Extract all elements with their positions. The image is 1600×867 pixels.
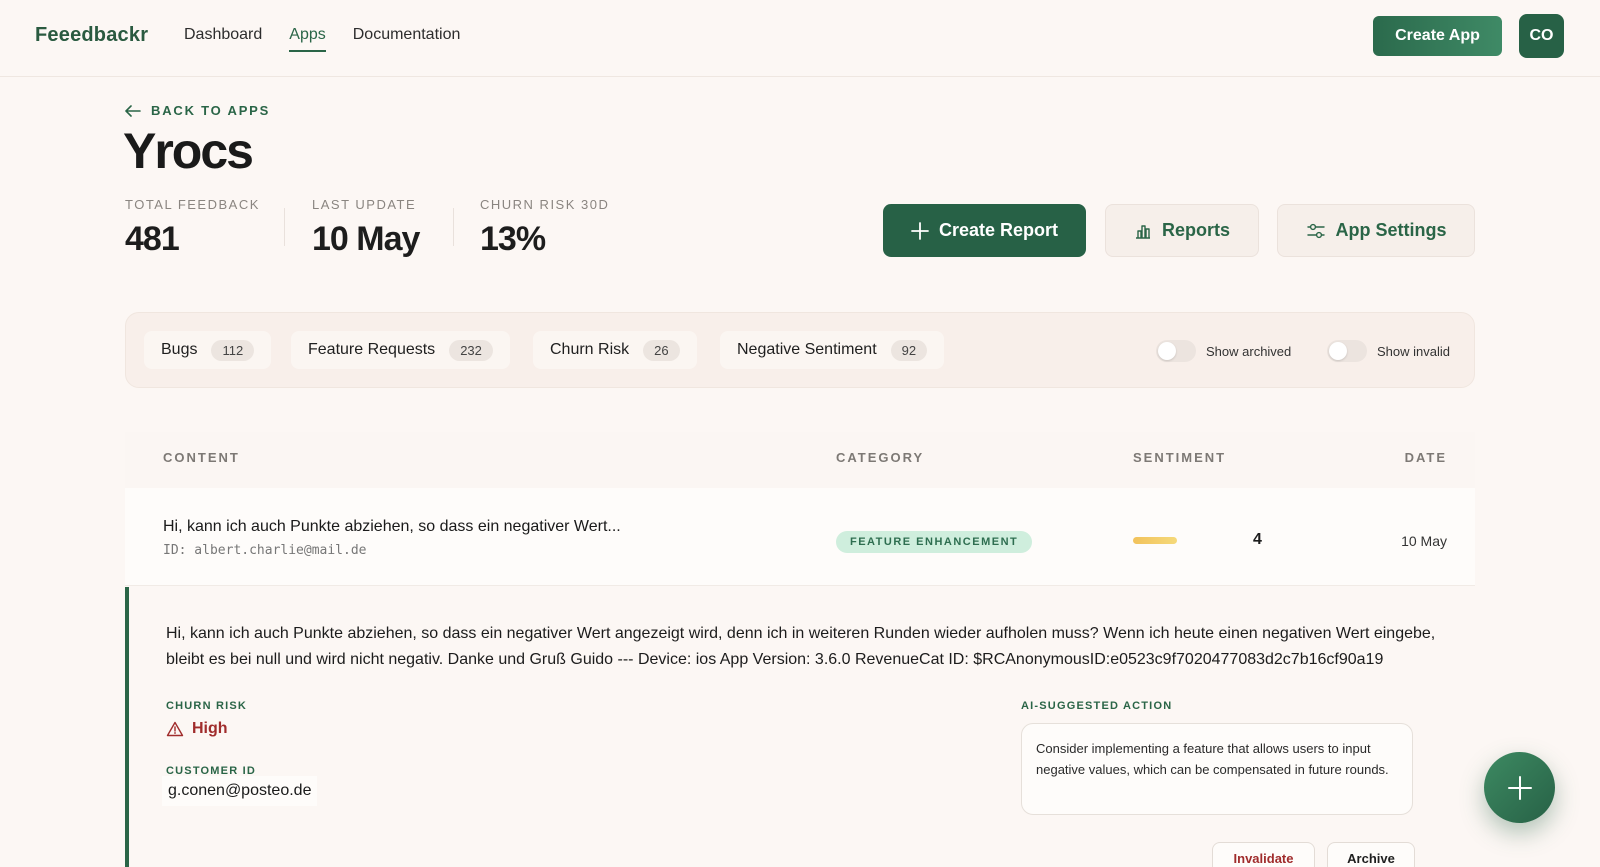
ai-suggested-action: Consider implementing a feature that all…	[1021, 723, 1413, 815]
filter-bar: Bugs 112 Feature Requests 232 Churn Risk…	[125, 312, 1475, 388]
reports-label: Reports	[1161, 220, 1230, 240]
sliders-icon	[1306, 223, 1325, 238]
stat-divider	[453, 208, 454, 246]
invalidate-button[interactable]: Invalidate	[1212, 842, 1315, 867]
stat-last-update: LAST UPDATE 10 May	[312, 197, 420, 259]
toggle-label: Show invalid	[1377, 343, 1450, 359]
stat-label: LAST UPDATE	[312, 197, 417, 212]
create-report-button[interactable]: Create Report	[883, 204, 1086, 257]
feedback-table: CONTENT CATEGORY SENTIMENT DATE Hi, kann…	[125, 432, 1475, 867]
table-header: CONTENT CATEGORY SENTIMENT DATE	[125, 432, 1475, 488]
customer-id-value: g.conen@posteo.de	[162, 776, 318, 806]
plus-icon	[911, 221, 929, 240]
chip-count: 232	[449, 339, 493, 361]
row-id: ID: albert.charlie@mail.de	[163, 543, 367, 558]
churn-risk-indicator: High	[166, 720, 228, 738]
churn-risk-value: High	[192, 720, 228, 737]
chip-count: 92	[890, 339, 928, 361]
create-report-label: Create Report	[938, 220, 1059, 240]
sentiment-score: 4	[1253, 531, 1262, 548]
chip-label: Bugs	[161, 341, 198, 358]
back-to-apps-link[interactable]: BACK TO APPS	[125, 103, 270, 118]
stat-divider	[284, 208, 285, 246]
stat-label: CHURN RISK 30D	[480, 197, 610, 212]
floating-add-button[interactable]	[1484, 752, 1555, 823]
stat-value: 481	[125, 220, 180, 258]
plus-icon	[1507, 775, 1532, 800]
filter-chip-negative-sentiment[interactable]: Negative Sentiment 92	[720, 331, 945, 369]
filter-chip-bugs[interactable]: Bugs 112	[144, 331, 272, 369]
app-settings-label: App Settings	[1335, 220, 1447, 240]
column-header-date[interactable]: DATE	[1405, 450, 1447, 465]
back-label: BACK TO APPS	[151, 103, 271, 118]
main-nav: Dashboard Apps Documentation	[184, 26, 460, 52]
toggle-label: Show archived	[1206, 343, 1292, 359]
warning-triangle-icon	[166, 721, 184, 737]
reports-button[interactable]: Reports	[1105, 204, 1259, 257]
nav-dashboard[interactable]: Dashboard	[184, 26, 262, 52]
stat-value: 10 May	[312, 220, 420, 258]
stat-total-feedback: TOTAL FEEDBACK 481	[125, 197, 260, 259]
feedback-full-text: Hi, kann ich auch Punkte abziehen, so da…	[166, 625, 1436, 668]
app-settings-button[interactable]: App Settings	[1277, 204, 1475, 257]
filter-chip-churn-risk[interactable]: Churn Risk 26	[533, 331, 697, 369]
row-detail-panel: Hi, kann ich auch Punkte abziehen, so da…	[125, 587, 1475, 867]
create-app-button[interactable]: Create App	[1373, 16, 1502, 56]
bar-chart-icon	[1135, 224, 1150, 239]
sentiment-bar	[1133, 537, 1177, 544]
table-row[interactable]: Hi, kann ich auch Punkte abziehen, so da…	[125, 488, 1475, 586]
filter-chip-feature-requests[interactable]: Feature Requests 232	[291, 331, 510, 369]
column-header-content[interactable]: CONTENT	[163, 450, 240, 465]
show-archived-toggle[interactable]: Show archived	[1156, 340, 1291, 362]
archive-button[interactable]: Archive	[1327, 842, 1415, 867]
show-invalid-toggle[interactable]: Show invalid	[1327, 340, 1450, 362]
stat-value: 13%	[480, 220, 546, 258]
toggle-switch[interactable]	[1156, 340, 1196, 362]
chip-count: 112	[211, 339, 255, 361]
column-header-category[interactable]: CATEGORY	[836, 450, 924, 465]
chip-label: Churn Risk	[550, 341, 630, 358]
category-badge: FEATURE ENHANCEMENT	[836, 531, 1033, 553]
churn-risk-heading: CHURN RISK	[166, 700, 248, 712]
row-content-preview: Hi, kann ich auch Punkte abziehen, so da…	[163, 518, 621, 535]
column-header-sentiment[interactable]: SENTIMENT	[1133, 450, 1226, 465]
app-logo[interactable]: Feeedbackr	[35, 24, 148, 47]
chip-label: Negative Sentiment	[737, 341, 877, 358]
chip-count: 26	[643, 339, 680, 361]
stat-label: TOTAL FEEDBACK	[125, 197, 260, 212]
row-date: 10 May	[1401, 533, 1447, 549]
toggle-switch[interactable]	[1327, 340, 1367, 362]
stat-churn-risk: CHURN RISK 30D 13%	[480, 197, 609, 259]
chip-label: Feature Requests	[308, 341, 436, 358]
user-avatar[interactable]: CO	[1519, 14, 1564, 58]
top-navbar: Feeedbackr Dashboard Apps Documentation …	[0, 0, 1600, 77]
page-title: Yrocs	[123, 123, 254, 179]
nav-documentation[interactable]: Documentation	[353, 26, 461, 52]
ai-action-heading: AI-SUGGESTED ACTION	[1021, 700, 1173, 712]
arrow-left-icon	[125, 104, 141, 117]
nav-apps[interactable]: Apps	[289, 26, 326, 52]
